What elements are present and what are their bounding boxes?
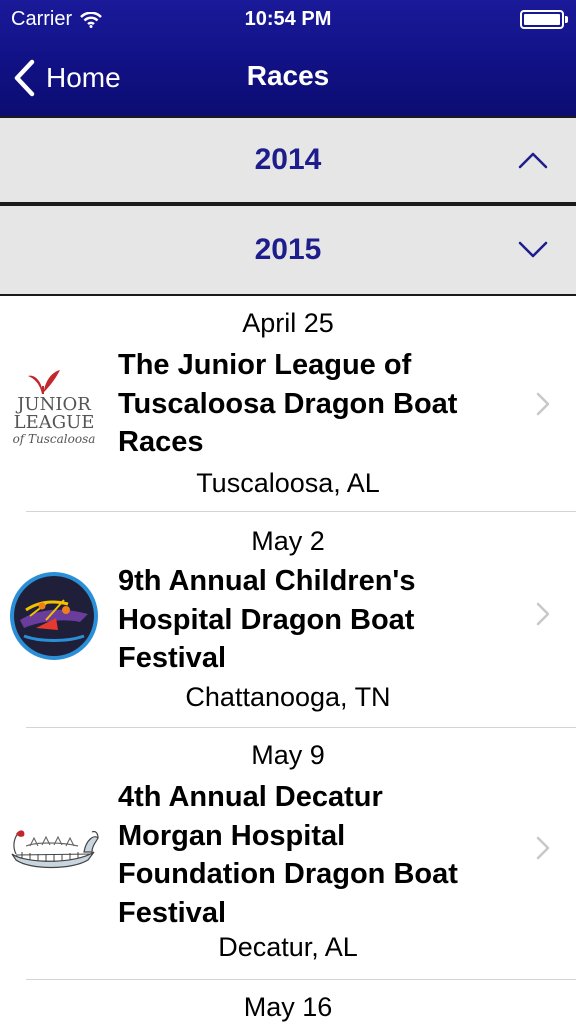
race-name-line: Morgan Hospital <box>118 819 346 852</box>
race-date: May 9 <box>251 740 325 770</box>
battery-icon <box>520 10 568 29</box>
race-name-line: Festival <box>118 642 226 674</box>
race-name-line: Races <box>118 426 204 458</box>
chevron-up-icon <box>518 152 548 169</box>
battery-fill <box>524 14 560 25</box>
race-name-line: 4th Annual Decatur <box>118 781 383 813</box>
childrens-hospital-dragon-boat-logo <box>10 572 98 660</box>
race-location: Tuscaloosa, AL <box>196 468 380 498</box>
race-name-line: The Junior League of <box>118 349 412 381</box>
race-location: Chattanooga, TN <box>185 682 391 712</box>
race-name-line: Hospital Dragon Boat <box>118 603 415 636</box>
race-name-line: Tuscaloosa Dragon Boat <box>118 387 458 420</box>
race-date: May 16 <box>243 992 333 1022</box>
race-name: 4th Annual Decatur Morgan Hospital Found… <box>118 778 518 932</box>
svg-text:of Tuscaloosa: of Tuscaloosa <box>13 432 96 446</box>
race-name: The Junior League of Tuscaloosa Dragon B… <box>118 346 518 462</box>
section-header-2015[interactable]: 2015 <box>0 204 576 296</box>
race-row[interactable]: May 2 9th Annual Children's Hospital Dra… <box>0 512 576 728</box>
section-year-label: 2014 <box>254 143 322 176</box>
header: Carrier 10:54 PM Home Races <box>0 0 576 116</box>
chevron-right-icon <box>536 392 550 416</box>
race-list[interactable]: April 25 The Junior League of Tuscaloosa… <box>0 294 576 1024</box>
nav-bar: Home Races <box>0 40 576 116</box>
race-date: May 2 <box>251 526 325 556</box>
dragon-boat-logo <box>11 830 99 869</box>
svg-text:LEAGUE: LEAGUE <box>14 412 95 433</box>
race-row[interactable]: April 25 The Junior League of Tuscaloosa… <box>0 294 576 512</box>
race-name-line: Festival <box>118 896 226 929</box>
chevron-down-icon <box>518 241 548 258</box>
race-name-line: Foundation Dragon Boat <box>118 858 458 890</box>
chevron-right-icon <box>536 602 550 626</box>
battery-tip <box>565 16 568 23</box>
race-name: 9th Annual Children's Hospital Dragon Bo… <box>118 562 518 678</box>
section-header-2014[interactable]: 2014 <box>0 116 576 204</box>
chevron-right-icon <box>536 836 550 860</box>
race-row[interactable]: May 9 4th Annual Decatur Morgan Hospital… <box>0 728 576 980</box>
junior-league-tuscaloosa-logo: JUNIOR LEAGUE of Tuscaloosa <box>13 370 96 446</box>
race-date: April 25 <box>242 308 334 338</box>
race-name-line: 9th Annual Children's <box>118 565 416 597</box>
race-row[interactable]: May 16 <box>0 980 576 1024</box>
status-bar: Carrier 10:54 PM <box>0 0 576 40</box>
race-location: Decatur, AL <box>218 932 358 962</box>
section-year-label: 2015 <box>254 233 322 266</box>
status-time: 10:54 PM <box>244 8 332 30</box>
page-title: Races <box>246 60 330 91</box>
